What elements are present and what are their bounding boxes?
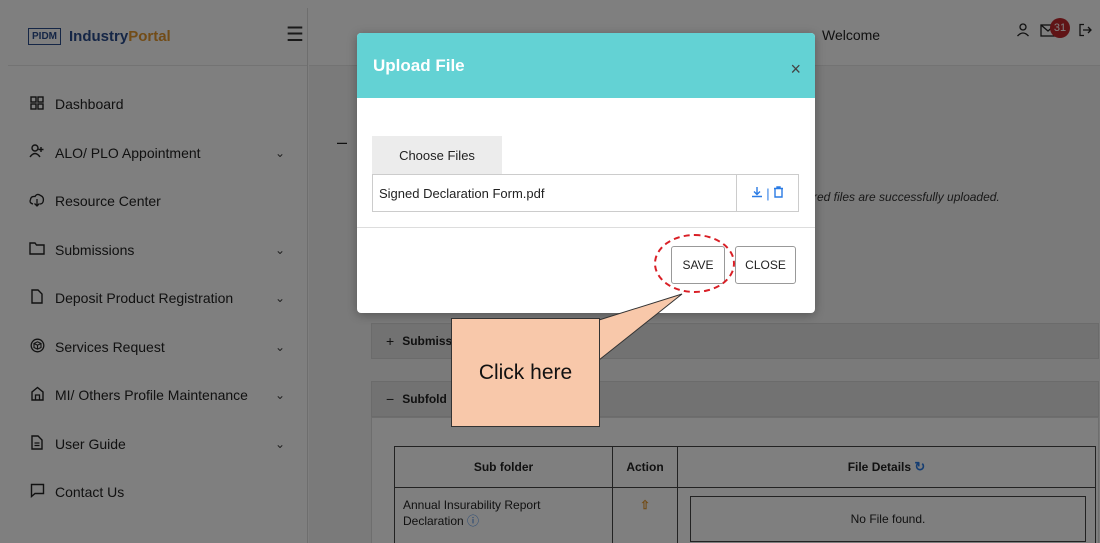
callout-pointer (598, 293, 683, 362)
callout-box: Click here (451, 318, 600, 427)
